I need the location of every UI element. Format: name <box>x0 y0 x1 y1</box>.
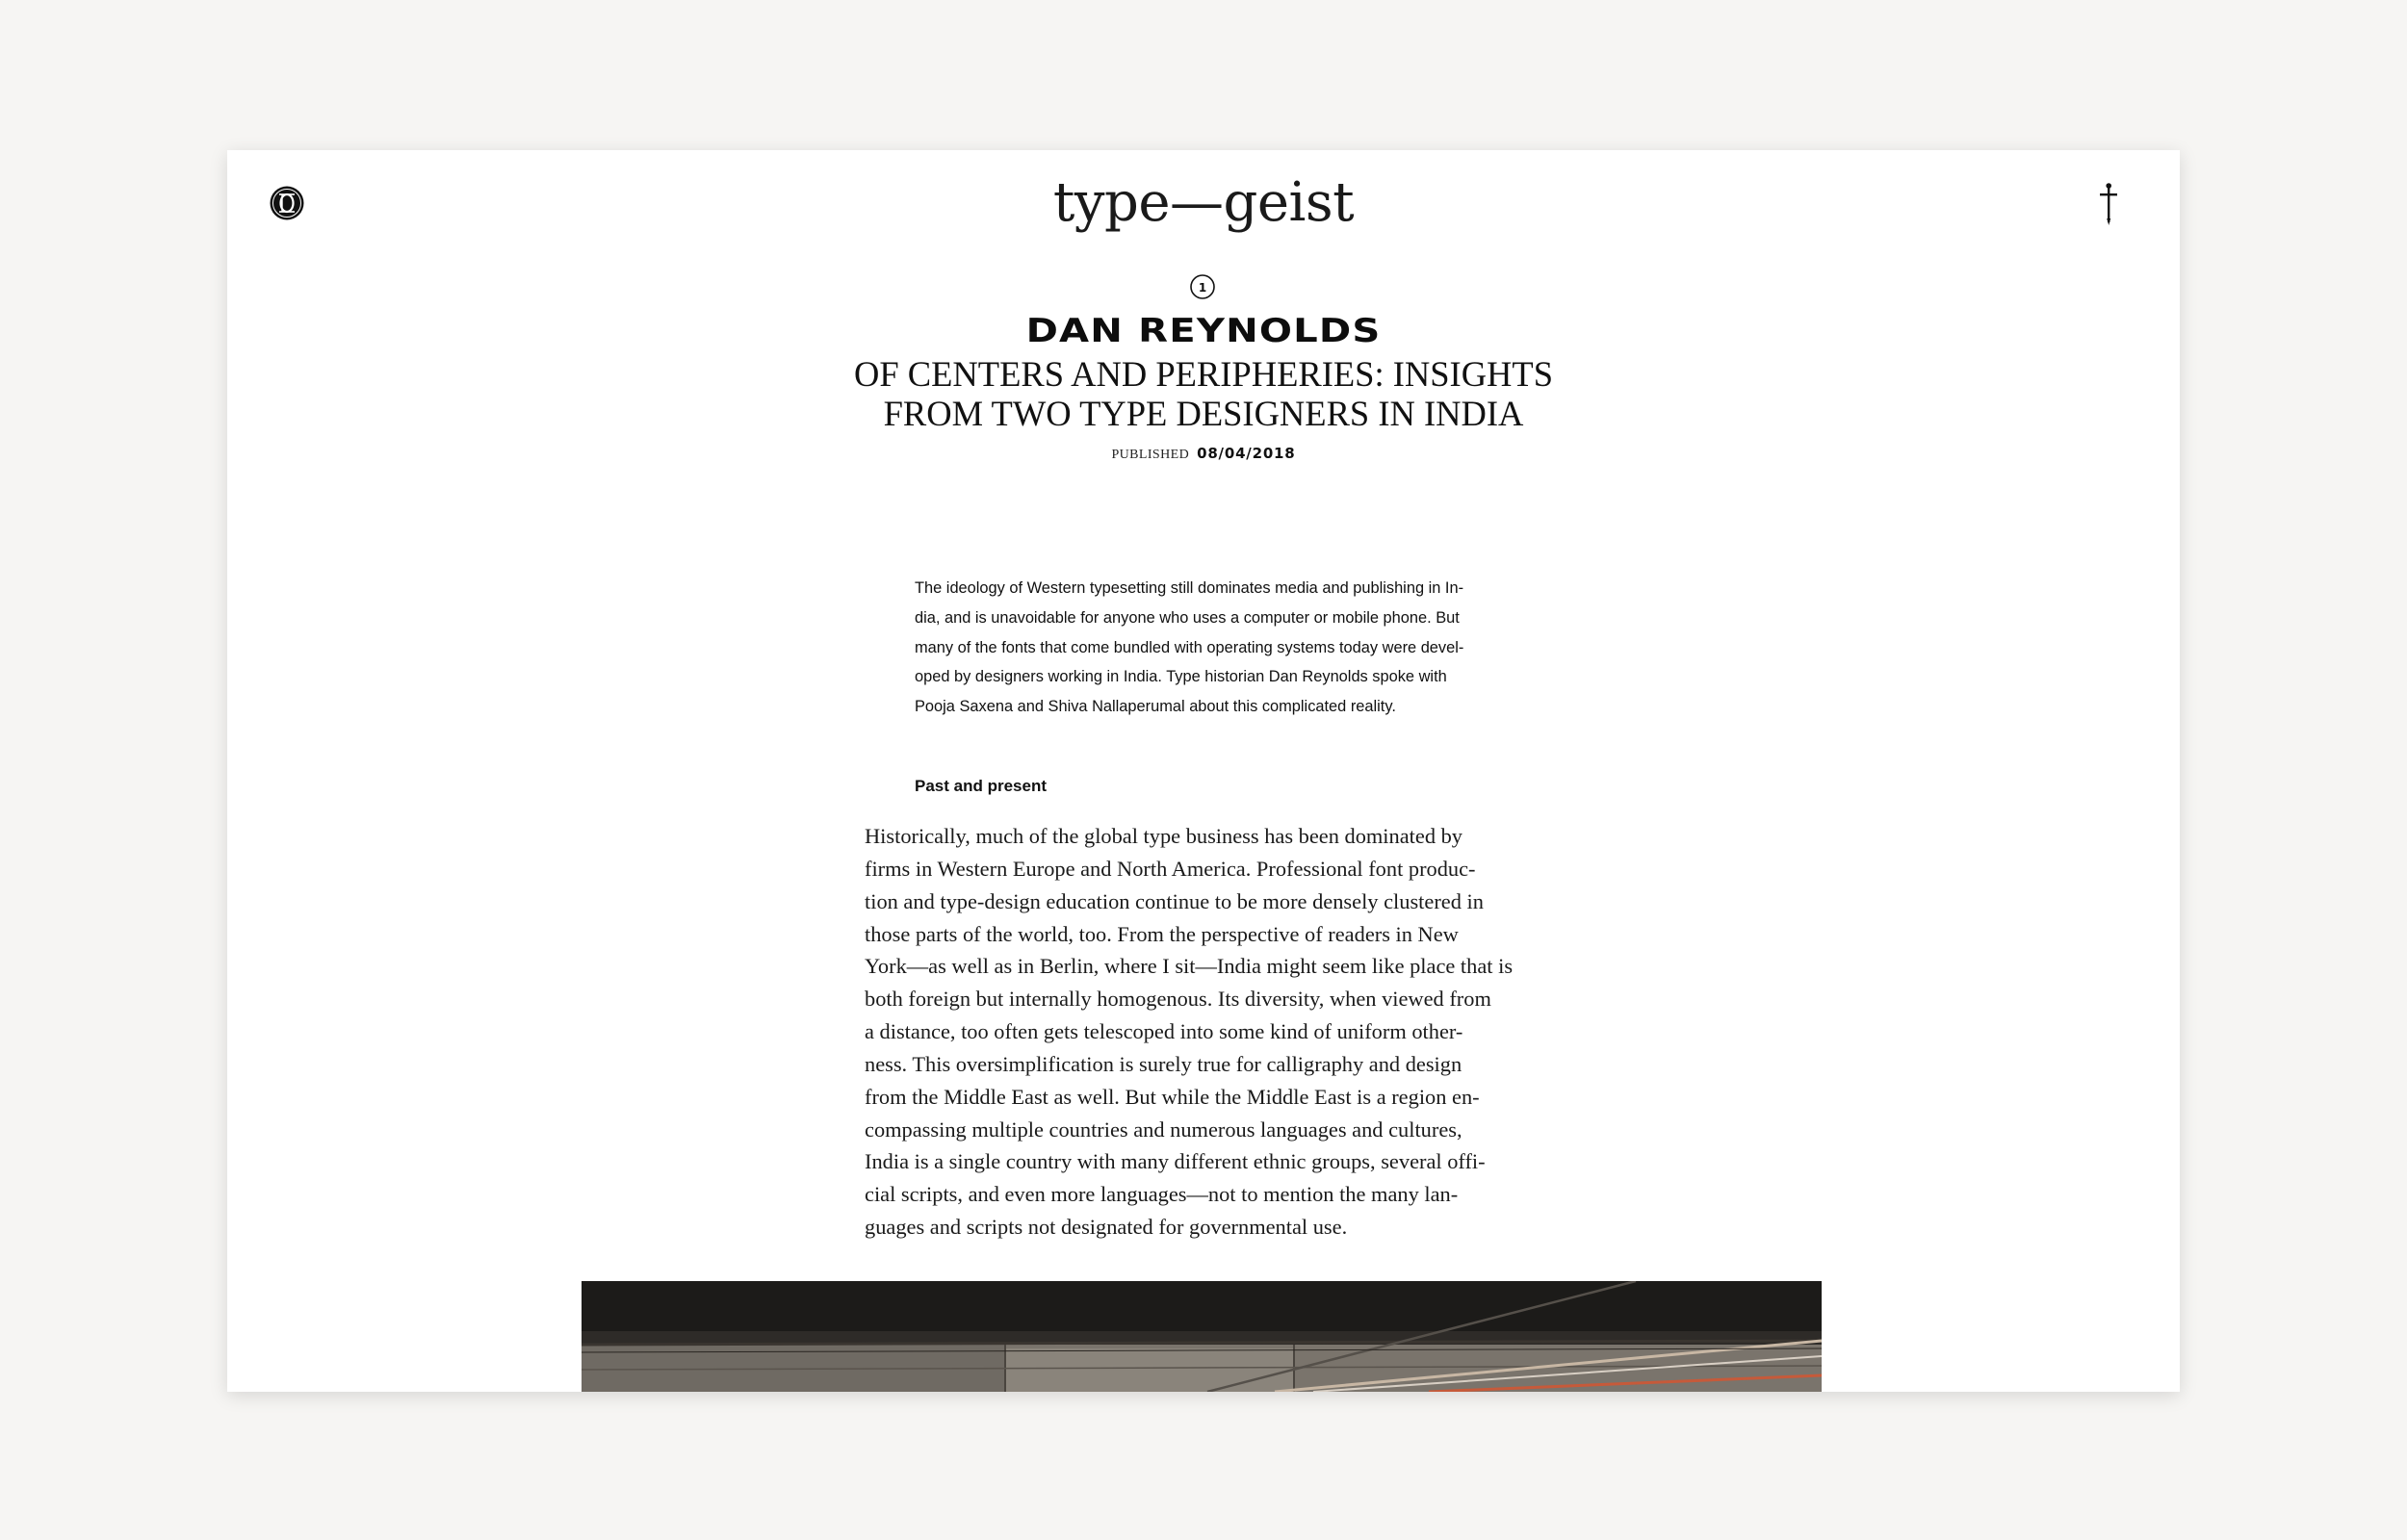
intro-line: oped by designers working in India. Type… <box>915 668 1447 686</box>
section-heading: Past and present <box>915 777 1047 795</box>
article-author[interactable]: DAN REYNOLDS <box>227 312 2180 350</box>
body-line: compassing multiple countries and numero… <box>865 1116 1462 1142</box>
body-line: York—as well as in Berlin, where I sit—I… <box>865 954 1514 979</box>
body-line: tion and type-design education continue … <box>865 888 1484 913</box>
published-meta: PUBLISHED 08/04/2018 <box>227 445 2180 463</box>
dagger-menu-icon[interactable] <box>2097 182 2120 226</box>
site-wordmark[interactable]: type—geist <box>227 171 2180 234</box>
body-line: ness. This oversimplification is surely … <box>865 1051 1462 1076</box>
article-title: OF CENTERS AND PERIPHERIES: INSIGHTS FRO… <box>805 354 1602 433</box>
body-line: cial scripts, and even more languages—no… <box>865 1182 1459 1207</box>
intro-line: Pooja Saxena and Shiva Nallaperumal abou… <box>915 698 1396 716</box>
intro-line: many of the fonts that come bundled with… <box>915 638 1464 656</box>
circled-number-icon: 1 <box>1189 273 1216 300</box>
body-line: from the Middle East as well. But while … <box>865 1084 1480 1109</box>
published-date: 08/04/2018 <box>1197 445 1296 462</box>
browser-page: type—geist 1 DAN REYNOLDS OF CENTERS AND… <box>227 150 2180 1392</box>
article-number: 1 <box>1199 281 1206 295</box>
body-line: India is a single country with many diff… <box>865 1149 1486 1174</box>
body-line: a distance, too often gets telescoped in… <box>865 1019 1463 1044</box>
title-line: FROM TWO TYPE DESIGNERS IN INDIA <box>883 394 1524 433</box>
intro-line: The ideology of Western typesetting stil… <box>915 579 1464 597</box>
intro-line: dia, and is unavoidable for anyone who u… <box>915 608 1460 627</box>
body-line: both foreign but internally homogenous. … <box>865 987 1491 1012</box>
body-line: firms in Western Europe and North Americ… <box>865 856 1476 881</box>
article-intro: The ideology of Western typesetting stil… <box>915 574 1589 722</box>
body-line: those parts of the world, too. From the … <box>865 921 1459 946</box>
body-line: Historically, much of the global type bu… <box>865 824 1463 848</box>
article-body: Historically, much of the global type bu… <box>865 820 1558 1244</box>
body-line: guages and scripts not designated for go… <box>865 1215 1348 1240</box>
title-line: OF CENTERS AND PERIPHERIES: INSIGHTS <box>853 354 1554 394</box>
published-label: PUBLISHED <box>1111 448 1190 462</box>
article-photo <box>582 1281 1822 1392</box>
